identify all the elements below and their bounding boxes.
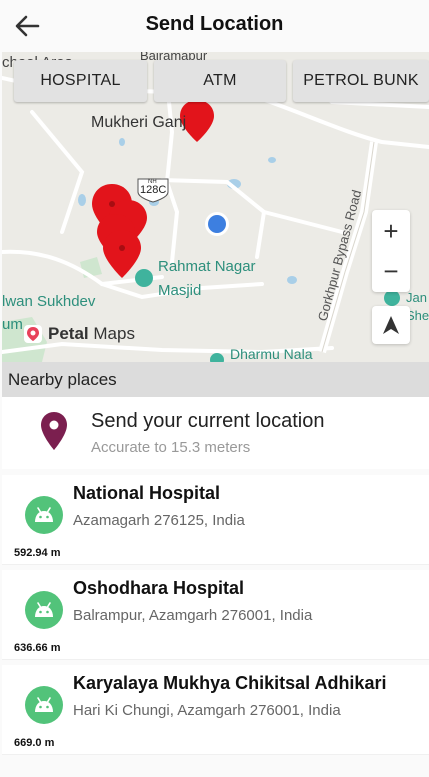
page-title: Send Location [145,13,284,35]
location-accuracy: Accurate to 15.3 meters [91,439,251,456]
map-label-mukheri-ganj: Mukheri Ganj [91,114,187,131]
zoom-out-button[interactable]: − [372,252,410,290]
android-icon [25,496,63,534]
android-icon [25,686,63,724]
petal-brand-suffix: Maps [93,324,135,343]
map-label-masjid: Masjid [158,282,202,299]
petal-brand-name: Petal [48,324,89,343]
compass-button[interactable] [372,306,410,344]
filter-petrol-bunk-button[interactable]: PETROL BUNK [293,60,429,102]
place-list-item[interactable]: Karyalaya Mukhya Chikitsal Adhikari Hari… [2,665,429,755]
place-distance: 636.66 m [14,642,61,654]
petal-maps-logo: Petal Maps [24,324,135,344]
map-label-dharmu-nala: Dharmu Nala [230,346,313,362]
navigation-arrow-icon [383,316,399,334]
place-address: Hari Ki Chungi, Azamgarh 276001, India [73,702,341,719]
location-pin-icon [41,412,67,450]
place-list-item[interactable]: Oshodhara Hospital Balrampur, Azamgarh 2… [2,570,429,660]
map-label-sukhdev: lwan Sukhdev [2,293,96,310]
place-name: National Hospital [73,483,221,503]
place-name: Karyalaya Mukhya Chikitsal Adhikari [73,673,387,693]
map-view[interactable]: chool Area Bairamapur Mukheri Ganj NH 12… [2,52,429,362]
zoom-controls: + − [372,210,410,292]
filter-hospital-button[interactable]: HOSPITAL [14,60,147,102]
send-current-location-button[interactable]: Send your current location Accurate to 1… [2,397,429,469]
place-distance: 669.0 m [14,737,55,749]
place-address: Azamagarh 276125, India [73,512,245,529]
nh-shield-number: 128C [140,184,167,196]
place-distance: 592.94 m [14,547,61,559]
place-list-item[interactable]: National Hospital Azamagarh 276125, Indi… [2,475,429,565]
android-icon [25,591,63,629]
send-location-screen: Send Location Bairamapur Mukheri Ganj NH… [0,0,429,777]
map-label-um: um [2,316,23,333]
filter-atm-button[interactable]: ATM [154,60,286,102]
petal-maps-icon [24,325,42,343]
app-bar: Send Location [0,0,429,52]
nearby-places-header: Nearby places [2,362,429,397]
map-label-rahmat-nagar: Rahmat Nagar [158,258,256,275]
zoom-in-button[interactable]: + [372,212,410,250]
current-location-title: Send your current location [91,410,325,432]
plus-icon: + [383,216,399,246]
map-label-jan: Jan [406,290,427,305]
place-address: Balrampur, Azamgarh 276001, India [73,607,313,624]
minus-icon: − [383,256,399,286]
place-name: Oshodhara Hospital [73,578,245,598]
